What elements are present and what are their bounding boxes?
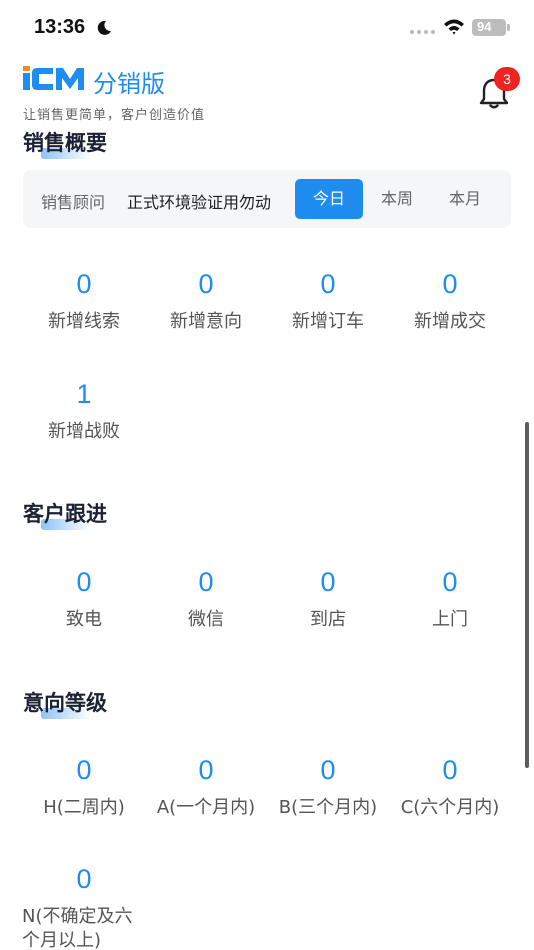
stat-level-h[interactable]: 0 H(二周内) — [22, 754, 146, 820]
stat-new-deals[interactable]: 0 新增成交 — [388, 268, 512, 334]
stat-new-defeats[interactable]: 1 新增战败 — [22, 378, 146, 444]
stat-label: 到店 — [310, 609, 346, 630]
stat-value: 0 — [76, 567, 92, 597]
battery-icon: 94 — [472, 19, 506, 36]
stat-label: H(二周内) — [43, 797, 125, 818]
scrollbar[interactable] — [525, 422, 529, 768]
slogan: 让销售更简单，客户创造价值 — [23, 108, 206, 123]
stat-label: N(不确定及六个月以上) — [22, 906, 133, 950]
stat-value: 0 — [76, 864, 92, 894]
stat-home-visits[interactable]: 0 上门 — [388, 566, 512, 632]
stat-label: 微信 — [188, 609, 224, 630]
stat-level-a[interactable]: 0 A(一个月内) — [144, 754, 268, 820]
stat-value: 0 — [320, 755, 336, 785]
section-title-intent-level: 意向等级 — [23, 687, 107, 719]
battery-cap — [507, 24, 510, 31]
status-time: 13:36 — [34, 16, 86, 38]
stat-label: 新增战败 — [48, 421, 120, 442]
stat-level-n[interactable]: 0 N(不确定及六个月以上) — [22, 863, 146, 950]
stat-new-intents[interactable]: 0 新增意向 — [144, 268, 268, 334]
stat-label: 致电 — [66, 609, 102, 630]
tab-today[interactable]: 今日 — [295, 179, 363, 219]
notification-badge[interactable]: 3 — [494, 67, 520, 91]
stat-label: C(六个月内) — [400, 797, 500, 818]
stat-value: 0 — [76, 755, 92, 785]
stat-value: 0 — [198, 567, 214, 597]
stat-value: 0 — [442, 755, 458, 785]
tab-this-week[interactable]: 本周 — [363, 179, 431, 219]
section-title-sales-overview: 销售概要 — [23, 127, 107, 159]
section-title-text: 销售概要 — [23, 131, 107, 155]
filter-label: 销售顾问 — [41, 193, 106, 212]
stat-value: 0 — [320, 269, 336, 299]
section-title-text: 意向等级 — [23, 691, 107, 715]
stat-value: 0 — [76, 269, 92, 299]
section-title-customer-followup: 客户跟进 — [23, 498, 107, 530]
stat-wechat[interactable]: 0 微信 — [144, 566, 268, 632]
cellular-signal-icon — [410, 30, 435, 34]
tab-this-month[interactable]: 本月 — [431, 179, 499, 219]
sales-filter-bar: 销售顾问 正式环境验证用勿动 今日 本周 本月 — [23, 170, 511, 228]
stat-label: 新增意向 — [170, 311, 242, 332]
stat-value: 1 — [76, 379, 92, 409]
stat-label: 上门 — [432, 609, 468, 630]
battery-level: 94 — [477, 19, 492, 34]
stat-label: B(三个月内) — [278, 797, 378, 818]
app-title: 分销版 — [93, 70, 165, 98]
stat-store-visits[interactable]: 0 到店 — [266, 566, 390, 632]
stat-calls[interactable]: 0 致电 — [22, 566, 146, 632]
stat-value: 0 — [320, 567, 336, 597]
consultant-selector[interactable]: 正式环境验证用勿动 — [127, 189, 271, 213]
wifi-icon — [444, 19, 464, 35]
stat-new-leads[interactable]: 0 新增线索 — [22, 268, 146, 334]
icm-logo — [23, 66, 84, 90]
stat-value: 0 — [442, 269, 458, 299]
stat-value: 0 — [198, 755, 214, 785]
stat-new-orders[interactable]: 0 新增订车 — [266, 268, 390, 334]
section-title-text: 客户跟进 — [23, 502, 107, 526]
moon-icon — [97, 20, 111, 35]
stat-level-c[interactable]: 0 C(六个月内) — [388, 754, 512, 820]
stat-label: 新增线索 — [48, 311, 120, 332]
stat-level-b[interactable]: 0 B(三个月内) — [266, 754, 390, 820]
status-bar: 13:36 94 — [0, 0, 534, 56]
stat-label: A(一个月内) — [156, 797, 256, 818]
stat-value: 0 — [442, 567, 458, 597]
stat-value: 0 — [198, 269, 214, 299]
stat-label: 新增成交 — [414, 311, 486, 332]
stat-label: 新增订车 — [292, 311, 364, 332]
